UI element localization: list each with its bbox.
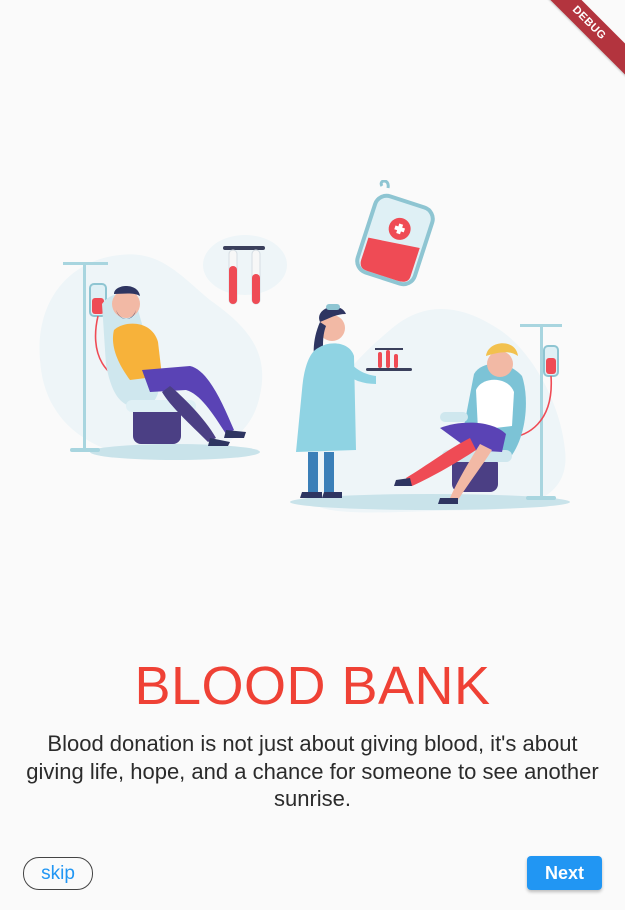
next-button[interactable]: Next: [527, 856, 602, 890]
onboarding-screen: DEBUG BLOOD BANK Blood donation is not j…: [0, 0, 625, 910]
blood-donation-illustration: [39, 180, 570, 513]
onboarding-description: Blood donation is not just about giving …: [26, 731, 599, 811]
skip-button[interactable]: skip: [23, 857, 93, 890]
page-title: BLOOD BANK: [134, 656, 491, 716]
debug-banner: DEBUG: [531, 0, 625, 81]
